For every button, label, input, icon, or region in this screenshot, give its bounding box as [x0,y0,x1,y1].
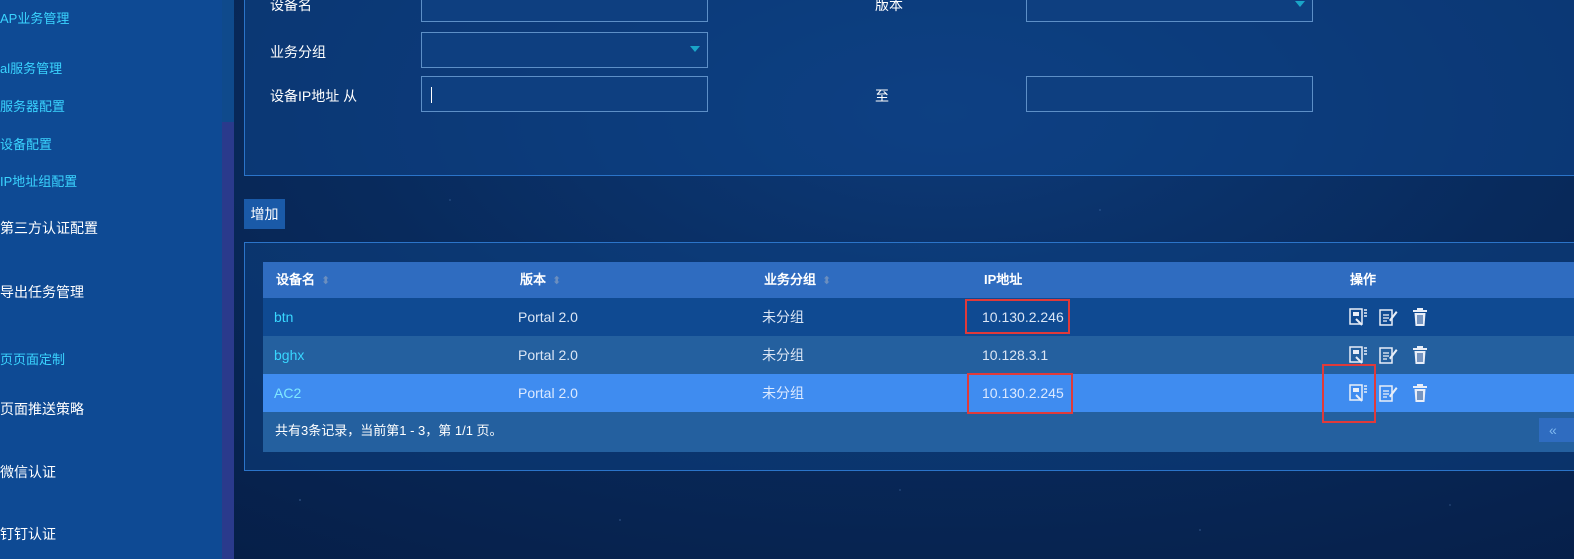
header-version[interactable]: 版本 ⬍ [520,262,561,298]
cell-group: 未分组 [762,385,804,401]
table-row[interactable]: bghx Portal 2.0 未分组 10.128.3.1 [263,336,1574,374]
pagination-summary: 共有3条记录，当前第1 - 3，第 1/1 页。 [275,423,503,438]
device-name-input[interactable] [421,0,708,22]
sidebar-item-page-push[interactable]: 页面推送策略 [0,399,84,419]
device-config-icon[interactable] [1348,307,1368,327]
ip-from-input[interactable] [421,76,708,112]
sort-arrows-icon[interactable]: ⬍ [321,275,330,287]
ip-from-label: 设备IP地址 从 [270,88,358,104]
sidebar-scrollbar-thumb[interactable] [222,0,234,122]
sidebar-scrollbar[interactable] [222,0,234,559]
sort-arrows-icon[interactable]: ⬍ [552,275,561,287]
cell-device-name[interactable]: btn [274,298,293,336]
header-device-name[interactable]: 设备名 ⬍ [276,262,330,298]
ip-to-label: 至 [875,88,889,104]
cell-version: Portal 2.0 [518,347,578,363]
header-ip: IP地址 [984,272,1023,287]
sidebar-item-dingtalk-auth[interactable]: 钉钉认证 [0,524,56,544]
trash-icon[interactable] [1410,345,1430,365]
add-button[interactable]: 增加 [244,199,285,229]
version-label: 版本 [875,0,903,13]
table-row-selected[interactable]: AC2 Portal 2.0 未分组 10.130.2.245 [263,374,1574,412]
group-chevron-down-icon[interactable] [690,46,700,52]
sidebar-item-ip-group-config[interactable]: IP地址组配置 [0,171,77,190]
edit-icon[interactable] [1378,345,1398,365]
sort-arrows-icon[interactable]: ⬍ [822,275,831,287]
device-name-label: 设备名 [270,0,312,13]
cell-version: Portal 2.0 [518,385,578,401]
table-footer: 共有3条记录，当前第1 - 3，第 1/1 页。 [263,412,1574,452]
sidebar-item-third-party-auth[interactable]: 第三方认证配置 [0,218,98,238]
sidebar: AP业务管理 al服务管理 服务器配置 设备配置 IP地址组配置 第三方认证配置… [0,0,222,559]
sidebar-item-portal-service[interactable]: al服务管理 [0,58,62,77]
header-group-label: 业务分组 [764,272,817,287]
edit-icon[interactable] [1378,383,1398,403]
group-select[interactable] [421,32,708,68]
sidebar-item-wechat-auth[interactable]: 微信认证 [0,462,56,482]
cell-device-name[interactable]: AC2 [274,374,301,412]
cell-ip: 10.128.3.1 [982,347,1049,363]
edit-icon[interactable] [1378,307,1398,327]
trash-icon[interactable] [1410,383,1430,403]
cell-ip: 10.130.2.246 [982,309,1064,325]
header-version-label: 版本 [520,272,547,287]
table-row[interactable]: btn Portal 2.0 未分组 10.130.2.246 [263,298,1574,336]
table-header: 设备名 ⬍ 版本 ⬍ 业务分组 ⬍ IP地址 操作 [263,262,1574,298]
cell-version: Portal 2.0 [518,309,578,325]
header-group[interactable]: 业务分组 ⬍ [764,262,831,298]
sidebar-item-ap-service[interactable]: AP业务管理 [0,8,69,27]
trash-icon[interactable] [1410,307,1430,327]
version-chevron-down-icon[interactable] [1295,1,1305,7]
cell-group: 未分组 [762,309,804,325]
cell-group: 未分组 [762,347,804,363]
group-label: 业务分组 [270,44,326,60]
header-ops: 操作 [1350,272,1377,287]
sidebar-item-page-custom[interactable]: 页页面定制 [0,349,65,368]
cell-device-name[interactable]: bghx [274,336,304,374]
sidebar-item-export-tasks[interactable]: 导出任务管理 [0,282,84,302]
prev-page-icon[interactable]: « [1539,418,1574,442]
sidebar-item-server-config[interactable]: 服务器配置 [0,96,65,115]
device-config-icon[interactable] [1348,345,1368,365]
device-config-icon[interactable] [1348,383,1368,403]
sidebar-item-device-config[interactable]: 设备配置 [0,134,52,153]
ip-to-input[interactable] [1026,76,1313,112]
text-cursor [431,87,432,103]
version-select[interactable] [1026,0,1313,22]
cell-ip: 10.130.2.245 [982,385,1064,401]
header-device-name-label: 设备名 [276,272,316,287]
